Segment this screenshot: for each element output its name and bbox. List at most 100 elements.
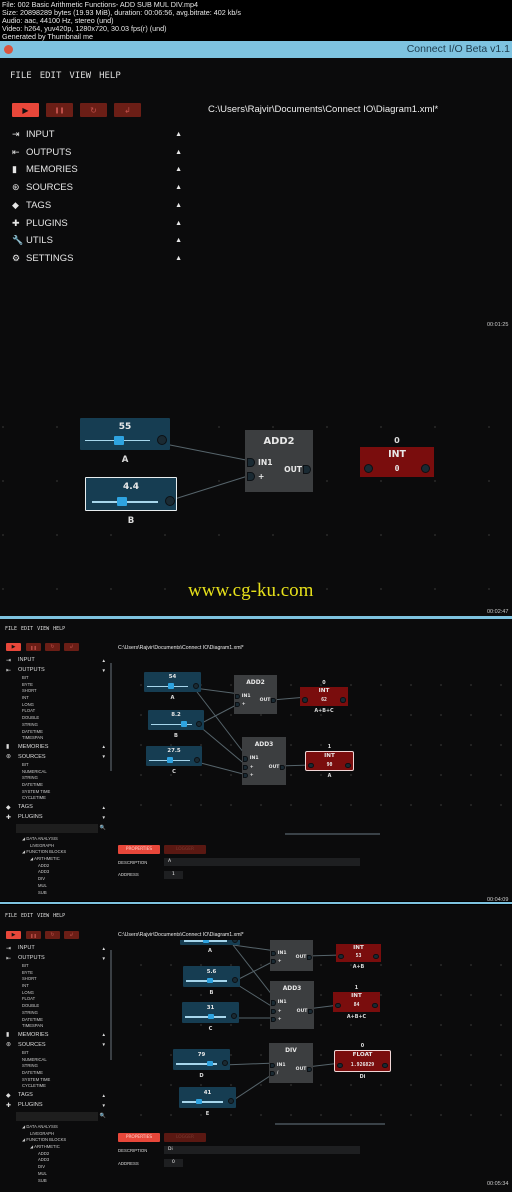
- output-port[interactable]: [303, 465, 311, 474]
- slider-handle[interactable]: [117, 497, 128, 507]
- input-port[interactable]: [235, 693, 240, 699]
- plugin-tree-item[interactable]: SUB: [6, 890, 106, 897]
- sidebar-subitem[interactable]: SHORT: [6, 688, 106, 695]
- slider-handle[interactable]: [196, 1098, 203, 1105]
- function-block-add2[interactable]: ADD2 IN1 + OUT: [234, 675, 277, 714]
- function-block-add2[interactable]: ADD2 IN1 + OUT: [245, 430, 313, 492]
- address-stepper[interactable]: 1: [164, 871, 183, 879]
- menu-help[interactable]: HELP: [53, 913, 65, 919]
- sidebar-item-tags[interactable]: ◆ TAGS ▲: [12, 200, 182, 211]
- reset-button[interactable]: ↻: [45, 931, 60, 939]
- sidebar-subitem[interactable]: LONG: [6, 702, 106, 709]
- pause-button[interactable]: ❚❚: [26, 643, 41, 651]
- search-icon[interactable]: 🔍: [100, 825, 106, 831]
- input-port[interactable]: [243, 773, 248, 779]
- sidebar-item-sources[interactable]: ⊛ SOURCES ▲: [12, 182, 182, 193]
- sidebar-subitem[interactable]: SYSTEM TIME: [6, 789, 106, 796]
- plugin-tree-item[interactable]: ◢ ARITHMETIC: [6, 856, 106, 863]
- plugin-tree-item[interactable]: ADD3: [6, 1157, 106, 1164]
- toggle-arrow-icon[interactable]: ▼: [102, 754, 106, 759]
- plugin-tree-item[interactable]: ◢ DATA ANALYSIS: [6, 836, 106, 843]
- input-port[interactable]: [271, 1017, 276, 1023]
- plugin-tree-item[interactable]: ADD2: [6, 1151, 106, 1158]
- menu-help[interactable]: HELP: [99, 71, 121, 81]
- input-port[interactable]: [235, 702, 240, 708]
- slider-node[interactable]: 27.5: [146, 746, 202, 766]
- plugin-tree-item[interactable]: ADD2: [6, 863, 106, 870]
- plugin-tree-item[interactable]: ◢ FUNCTION BLOCKS: [6, 1137, 106, 1144]
- input-port[interactable]: [302, 697, 308, 703]
- toggle-arrow-icon[interactable]: ▼: [102, 815, 106, 820]
- input-port[interactable]: [243, 764, 248, 770]
- toggle-arrow-icon[interactable]: ▲: [102, 805, 106, 810]
- sidebar-subitem[interactable]: BIT: [6, 762, 106, 769]
- collapse-arrow-icon[interactable]: ▲: [175, 184, 182, 191]
- menu-edit[interactable]: EDIT: [21, 913, 33, 919]
- output-port[interactable]: [231, 1013, 238, 1020]
- sidebar-subitem[interactable]: DOUBLE: [6, 715, 106, 722]
- slider-handle[interactable]: [207, 1013, 214, 1020]
- sidebar-subitem[interactable]: FLOAT: [6, 708, 106, 715]
- menu-edit[interactable]: EDIT: [40, 71, 62, 81]
- output-port[interactable]: [280, 764, 285, 770]
- menu-help[interactable]: HELP: [53, 626, 65, 632]
- input-port[interactable]: [271, 1000, 276, 1006]
- description-input[interactable]: A: [164, 858, 360, 866]
- sidebar-item-memories[interactable]: ▮ MEMORIES ▲: [12, 164, 182, 175]
- plugin-tree-item[interactable]: SUB: [6, 1178, 106, 1185]
- slider-handle[interactable]: [206, 1060, 213, 1067]
- sidebar-item-plugins[interactable]: ✚ PLUGINS ▼: [6, 812, 106, 822]
- pause-button[interactable]: ❚❚: [26, 931, 41, 939]
- output-port[interactable]: [232, 977, 239, 984]
- output-port[interactable]: [308, 1008, 313, 1014]
- output-port[interactable]: [165, 496, 175, 507]
- menu-edit[interactable]: EDIT: [21, 626, 33, 632]
- output-port[interactable]: [372, 1003, 378, 1009]
- play-button[interactable]: ▶: [6, 643, 21, 651]
- slider-track[interactable]: [185, 1016, 227, 1018]
- sidebar-item-outputs[interactable]: ⇤ OUTPUTS ▼: [6, 665, 106, 675]
- slider-node[interactable]: 31: [182, 1002, 239, 1023]
- sidebar-item-sources[interactable]: ⊛ SOURCES ▼: [6, 752, 106, 762]
- collapse-arrow-icon[interactable]: ▲: [175, 202, 182, 209]
- toggle-arrow-icon[interactable]: ▼: [102, 668, 106, 673]
- input-port[interactable]: [364, 463, 373, 473]
- plugin-tree-item[interactable]: ADD3: [6, 869, 106, 876]
- output-port[interactable]: [196, 720, 203, 727]
- output-node-int[interactable]: INT 53: [336, 944, 381, 962]
- output-port[interactable]: [232, 940, 239, 944]
- input-port[interactable]: [243, 756, 248, 762]
- sidebar-subitem[interactable]: DATETIME: [6, 782, 106, 789]
- step-button[interactable]: ↲: [64, 931, 79, 939]
- sidebar-subitem[interactable]: DATETIME: [6, 729, 106, 736]
- sidebar-scrollbar[interactable]: [110, 663, 112, 771]
- sidebar-subitem[interactable]: NUMERICAL: [6, 769, 106, 776]
- menu-file[interactable]: FILE: [5, 626, 17, 632]
- output-node-int[interactable]: INT 90: [305, 751, 354, 771]
- function-block-add3[interactable]: ADD3 IN1 + + OUT: [270, 981, 314, 1029]
- function-block-add3[interactable]: ADD3 IN1 + + OUT: [242, 737, 286, 785]
- tab-logger[interactable]: LOGGER: [164, 845, 206, 854]
- output-port[interactable]: [345, 763, 351, 769]
- sidebar-item-plugins[interactable]: ✚ PLUGINS ▲: [12, 218, 182, 229]
- slider-node[interactable]: 5.6: [183, 966, 240, 987]
- slider-handle[interactable]: [181, 721, 188, 727]
- input-port[interactable]: [247, 472, 255, 481]
- output-port[interactable]: [271, 697, 276, 704]
- description-input[interactable]: Di: [164, 1146, 360, 1154]
- input-port[interactable]: [338, 953, 344, 960]
- reset-button[interactable]: ↻: [45, 643, 60, 651]
- collapse-arrow-icon[interactable]: ▲: [175, 255, 182, 262]
- address-stepper[interactable]: 0: [164, 1159, 183, 1167]
- output-node-int[interactable]: INT 62: [300, 687, 348, 706]
- function-block-div[interactable]: DIV IN1 / OUT: [269, 1043, 313, 1083]
- sidebar-item-memories[interactable]: ▮ MEMORIES ▲: [6, 742, 106, 752]
- slider-node[interactable]: 4.4: [85, 477, 177, 511]
- sidebar-item-tags[interactable]: ◆ TAGS ▲: [6, 802, 106, 812]
- slider-track[interactable]: [182, 1101, 224, 1103]
- sidebar-subitem[interactable]: BYTE: [6, 682, 106, 689]
- sidebar-subitem[interactable]: INT: [6, 695, 106, 702]
- collapse-arrow-icon[interactable]: ▲: [175, 220, 182, 227]
- plugin-tree-item[interactable]: LIVEGRAPH: [6, 1131, 106, 1138]
- output-port[interactable]: [421, 463, 430, 473]
